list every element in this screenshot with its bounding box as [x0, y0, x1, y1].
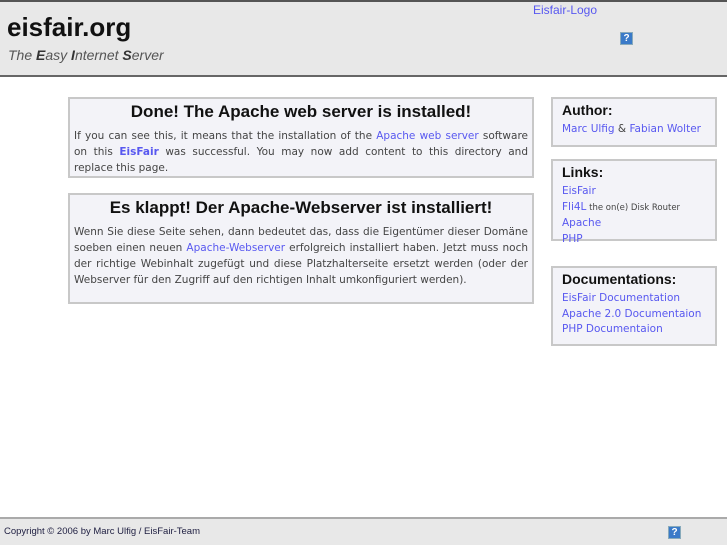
ampersand: &	[614, 123, 630, 135]
english-title: Done! The Apache web server is installed…	[130, 102, 472, 121]
fli4l-note: the on(e) Disk Router	[586, 202, 681, 213]
link-php[interactable]: PHP	[562, 233, 583, 245]
links-heading: Links:	[562, 164, 604, 180]
german-title: Es klappt! Der Apache-Webserver ist inst…	[109, 198, 493, 217]
help-icon[interactable]: ?	[668, 526, 681, 539]
doc-apache-link[interactable]: Apache 2.0 Documentaion	[562, 308, 701, 320]
header: eisfair.org The Easy Internet Server Eis…	[0, 0, 727, 77]
german-text: Wenn Sie diese Seite sehen, dann bedeute…	[70, 224, 532, 288]
copyright: Copyright © 2006 by Marc Ulfig / EisFair…	[4, 526, 201, 537]
author-fabian-link[interactable]: Fabian Wolter	[629, 123, 701, 135]
author-marc-link[interactable]: Marc Ulfig	[562, 123, 615, 135]
slogan-part: erver	[131, 47, 164, 63]
links-box: Links: EisFair Fli4L the on(e) Disk Rout…	[551, 159, 717, 245]
slogan-part: asy	[45, 47, 72, 63]
german-message-box: Es klappt! Der Apache-Webserver ist inst…	[68, 193, 534, 304]
slogan-part: nternet	[74, 47, 123, 63]
site-title: eisfair.org	[7, 12, 132, 42]
eisfair-link[interactable]: EisFair	[119, 146, 158, 158]
author-box: Author: Marc Ulfig & Fabian Wolter	[551, 97, 717, 147]
documentations-heading: Documentations:	[562, 271, 677, 287]
text: If you can see this, it means that the i…	[74, 130, 377, 142]
link-fli4l[interactable]: Fli4L	[562, 201, 586, 213]
slogan-s: S	[122, 47, 132, 63]
doc-php-link[interactable]: PHP Documentaion	[562, 323, 663, 335]
apache-link[interactable]: Apache web server	[376, 130, 479, 142]
slogan-e: E	[36, 47, 46, 63]
eisfair-logo-link[interactable]: Eisfair-Logo	[533, 3, 597, 17]
footer: Copyright © 2006 by Marc Ulfig / EisFair…	[0, 517, 727, 545]
documentations-box: Documentations: EisFair Documentation Ap…	[551, 266, 717, 346]
apache-webserver-link[interactable]: Apache-Webserver	[186, 242, 285, 254]
slogan: The Easy Internet Server	[8, 47, 164, 63]
help-icon[interactable]: ?	[620, 32, 633, 45]
author-heading: Author:	[562, 102, 613, 118]
english-message-box: Done! The Apache web server is installed…	[68, 97, 534, 178]
link-apache[interactable]: Apache	[562, 217, 601, 229]
doc-eisfair-link[interactable]: EisFair Documentation	[562, 292, 680, 304]
link-eisfair[interactable]: EisFair	[562, 185, 596, 197]
english-text: If you can see this, it means that the i…	[70, 128, 532, 176]
slogan-prefix: The	[8, 47, 37, 63]
author-line: Marc Ulfig & Fabian Wolter	[562, 122, 715, 138]
